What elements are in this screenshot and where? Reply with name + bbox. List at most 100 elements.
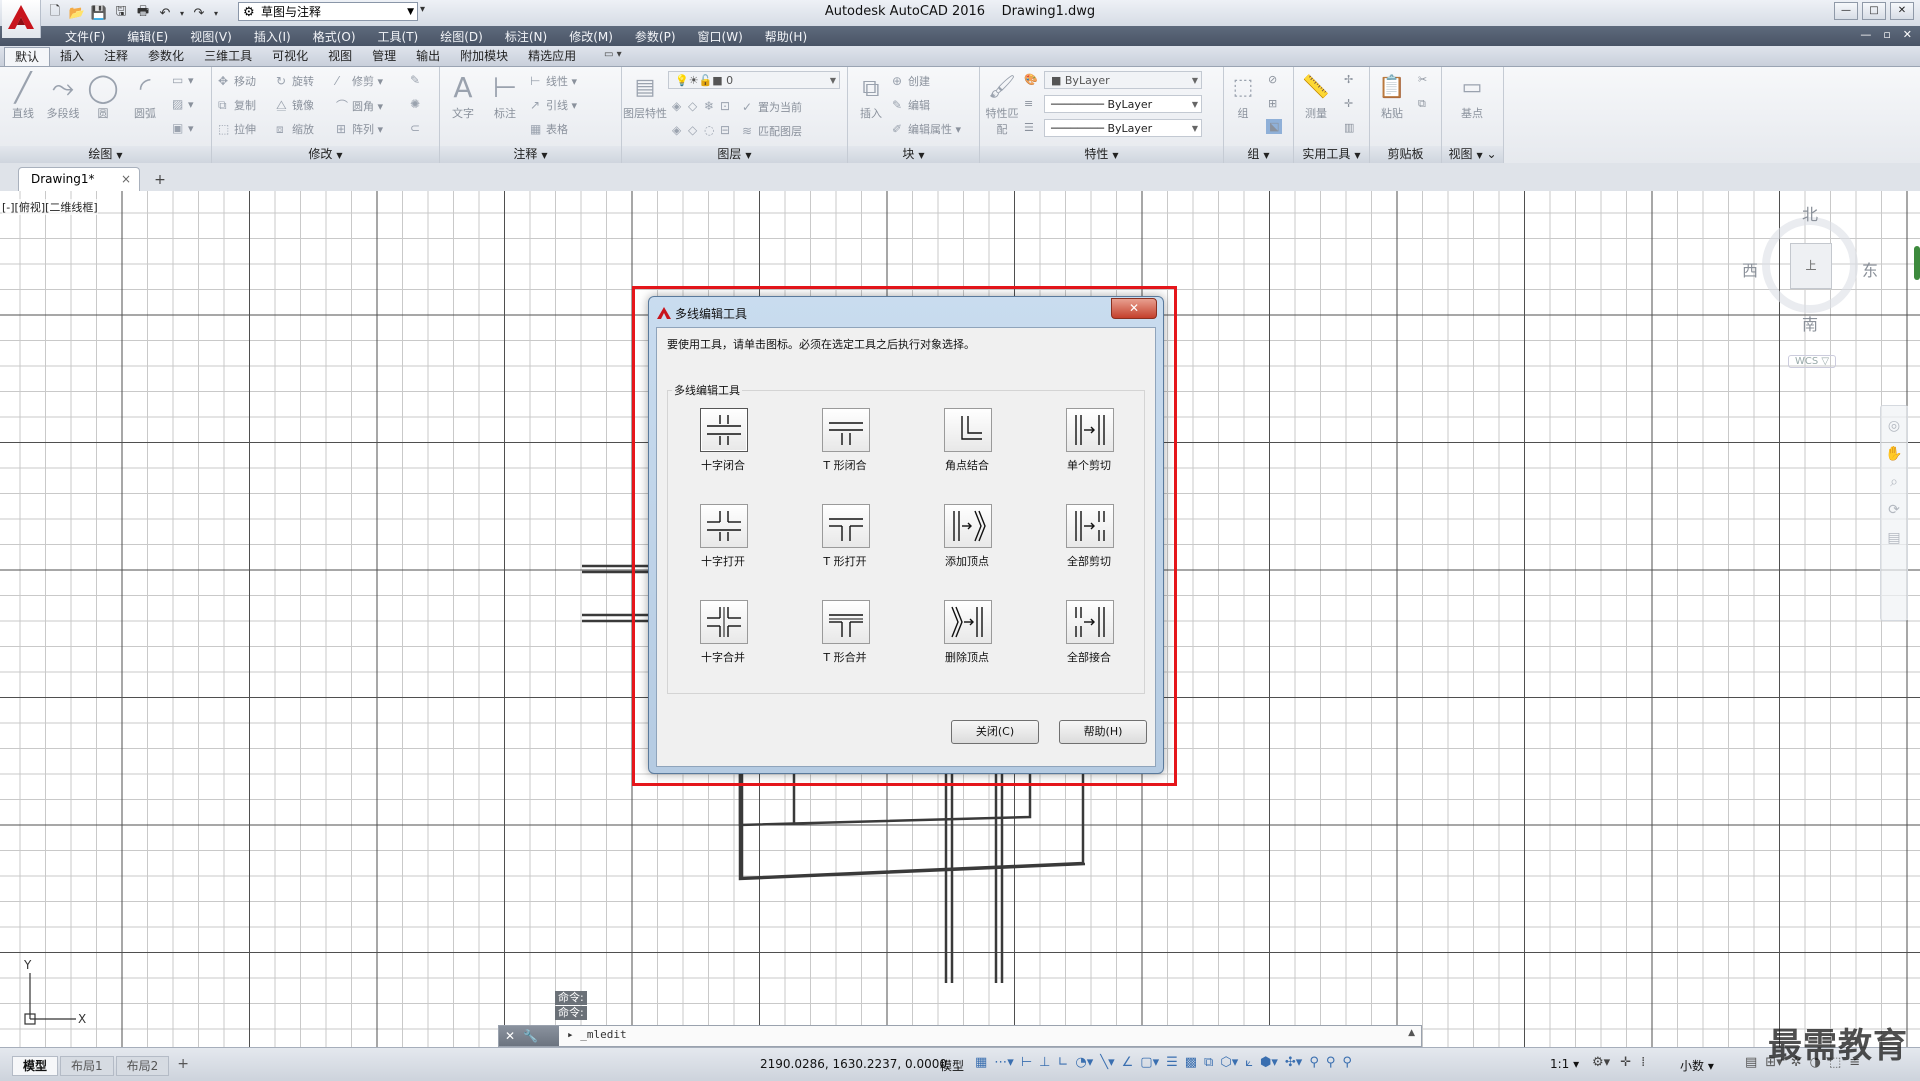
object-snap-tracking-icon[interactable]: ∠ bbox=[1122, 1055, 1134, 1070]
save-as-icon[interactable]: 🖫 bbox=[112, 4, 130, 22]
cut-icon[interactable]: ✂ bbox=[1418, 73, 1427, 86]
dialog-close-button[interactable]: ✕ bbox=[1111, 298, 1157, 319]
arc-tool[interactable]: ◜ 圆弧 bbox=[124, 71, 166, 121]
cursor-coordinates[interactable]: 2190.0286, 1630.2237, 0.0000 bbox=[760, 1057, 947, 1071]
rotate-tool[interactable]: ↻ 旋转 bbox=[276, 73, 314, 89]
print-icon[interactable]: 🖶 bbox=[134, 4, 152, 22]
viewcube[interactable]: 北 西 东 南 上 WCS ▽ bbox=[1740, 201, 1880, 371]
scale-tool[interactable]: ⧈ 缩放 bbox=[276, 121, 314, 137]
panel-draw-label[interactable]: 绘图 ▼ bbox=[0, 146, 211, 163]
polar-tracking-icon[interactable]: ◔▾ bbox=[1075, 1055, 1093, 1070]
tab-output[interactable]: 输出 bbox=[406, 47, 450, 66]
move-tool[interactable]: ✥ 移动 bbox=[218, 73, 256, 89]
wrench-icon[interactable]: 🔧 bbox=[523, 1029, 538, 1043]
panel-clipboard-label[interactable]: 剪贴板 bbox=[1370, 146, 1441, 163]
undo-dropdown-icon[interactable]: ▾ bbox=[178, 4, 186, 22]
doc-restore-button[interactable]: ▫ bbox=[1883, 28, 1890, 41]
layout-tab-2[interactable]: 布局2 bbox=[115, 1056, 170, 1076]
new-file-icon[interactable]: 🗋 bbox=[46, 4, 64, 22]
layer-tools-row1[interactable]: ◈ ◇ ❄ ⊡ bbox=[672, 99, 736, 113]
close-button[interactable]: 关闭(C) bbox=[951, 720, 1039, 744]
layer-properties-tool[interactable]: ▤ 图层特性 bbox=[622, 71, 668, 121]
ribbon-display-toggle-icon[interactable]: ▭ ▾ bbox=[604, 49, 622, 60]
measure-tool[interactable]: 📏 测量 bbox=[1296, 71, 1336, 121]
tab-default[interactable]: 默认 bbox=[4, 47, 51, 66]
menu-modify[interactable]: 修改(M) bbox=[558, 28, 624, 45]
annotation-visibility-icon[interactable]: ⚲ bbox=[1309, 1055, 1319, 1070]
line-tool[interactable]: ╱ 直线 bbox=[2, 71, 44, 121]
add-layout-button[interactable]: + bbox=[171, 1056, 195, 1076]
snap-icon[interactable]: ⋯▾ bbox=[994, 1055, 1014, 1070]
redo-icon[interactable]: ↷ bbox=[190, 4, 208, 22]
table-tool[interactable]: ▦ 表格 bbox=[530, 121, 568, 137]
trim-tool[interactable]: ⁄ 修剪 ▾ bbox=[336, 73, 383, 89]
copy-clip-icon[interactable]: ⧉ bbox=[1418, 97, 1426, 111]
panel-properties-label[interactable]: 特性 ▼ bbox=[980, 146, 1223, 163]
gizmo-icon[interactable]: ✣▾ bbox=[1285, 1055, 1302, 1070]
copy-tool[interactable]: ⧉ 复制 bbox=[218, 97, 256, 113]
insert-block-tool[interactable]: ⧉ 插入 bbox=[850, 71, 892, 121]
dimension-tool[interactable]: ⊢ 标注 bbox=[484, 71, 526, 121]
command-line[interactable]: ✕ 🔧 ▸ _mledit ▲ bbox=[498, 1025, 1422, 1047]
zoom-icon[interactable]: ⌕ bbox=[1881, 474, 1907, 490]
lineweight-select[interactable]: ──────── ByLayer ▼ bbox=[1044, 119, 1202, 137]
create-block-tool[interactable]: ⊕ 创建 bbox=[892, 73, 930, 89]
erase-tool[interactable]: ✎ bbox=[410, 73, 426, 87]
panel-modify-label[interactable]: 修改 ▼ bbox=[212, 146, 439, 163]
tool-open-cross[interactable]: 十字打开 bbox=[678, 504, 768, 584]
transparency-icon[interactable]: ▩ bbox=[1185, 1055, 1197, 1070]
isodraft-icon[interactable]: ╲▾ bbox=[1100, 1055, 1114, 1070]
workspace-select[interactable]: ⚙ 草图与注释 ▼ bbox=[238, 2, 418, 21]
tool-delete-vertex[interactable]: 删除顶点 bbox=[922, 600, 1012, 680]
selection-cycling-icon[interactable]: ⧉ bbox=[1204, 1055, 1213, 1070]
units-select[interactable]: 小数 ▾ bbox=[1680, 1057, 1714, 1074]
tab-view[interactable]: 视图 bbox=[318, 47, 362, 66]
menu-file[interactable]: 文件(F) bbox=[54, 28, 116, 45]
viewcube-top-face[interactable]: 上 bbox=[1790, 243, 1832, 289]
panel-annotation-label[interactable]: 注释 ▼ bbox=[440, 146, 621, 163]
ortho-icon[interactable]: ∟ bbox=[1057, 1055, 1068, 1070]
compass-south[interactable]: 南 bbox=[1802, 311, 1818, 335]
panel-utilities-label[interactable]: 实用工具 ▼ bbox=[1294, 146, 1369, 163]
tool-cut-all[interactable]: 全部剪切 bbox=[1044, 504, 1134, 584]
fillet-tool[interactable]: ⌒ 圆角 ▾ bbox=[336, 97, 383, 114]
tool-closed-tee[interactable]: T 形闭合 bbox=[800, 408, 890, 488]
model-space-toggle[interactable]: 模型 bbox=[940, 1057, 964, 1074]
color-select[interactable]: ■ ByLayer ▼ bbox=[1044, 71, 1202, 89]
linetype-select[interactable]: ──────── ByLayer ▼ bbox=[1044, 95, 1202, 113]
menu-view[interactable]: 视图(V) bbox=[179, 28, 243, 45]
tool-merged-cross[interactable]: 十字合并 bbox=[678, 600, 768, 680]
match-properties-tool[interactable]: 🖌 特性匹配 bbox=[984, 71, 1020, 137]
dynamic-input-icon[interactable]: ⊥ bbox=[1039, 1055, 1050, 1070]
tab-visualize[interactable]: 可视化 bbox=[262, 47, 318, 66]
compass-east[interactable]: 东 bbox=[1862, 257, 1878, 281]
region-tool[interactable]: ▣ ▾ bbox=[172, 121, 194, 135]
save-icon[interactable]: 💾 bbox=[90, 4, 108, 22]
maximize-button[interactable]: □ bbox=[1862, 2, 1886, 20]
tab-3d-tools[interactable]: 三维工具 bbox=[194, 47, 262, 66]
explode-tool[interactable]: ✺ bbox=[410, 97, 426, 111]
compass-west[interactable]: 西 bbox=[1742, 257, 1758, 281]
tool-cut-single[interactable]: 单个剪切 bbox=[1044, 408, 1134, 488]
close-command-line-icon[interactable]: ✕ bbox=[505, 1029, 515, 1043]
panel-block-label[interactable]: 块 ▼ bbox=[848, 146, 979, 163]
tab-annotate[interactable]: 注释 bbox=[94, 47, 138, 66]
offset-tool[interactable]: ⊂ bbox=[410, 121, 426, 135]
polyline-tool[interactable]: ⤳ 多段线 bbox=[42, 71, 84, 121]
wcs-menu[interactable]: WCS ▽ bbox=[1788, 355, 1837, 368]
minimize-button[interactable]: — bbox=[1834, 2, 1858, 20]
showmotion-icon[interactable]: ▤ bbox=[1881, 530, 1907, 546]
3d-osnap-icon[interactable]: ⬡▾ bbox=[1220, 1055, 1238, 1070]
annotation-scale-icon[interactable]: ⚲ bbox=[1342, 1055, 1352, 1070]
open-file-icon[interactable]: 📂 bbox=[68, 4, 86, 22]
selection-filter-icon[interactable]: ⬢▾ bbox=[1260, 1055, 1278, 1070]
group-selection-icon[interactable]: ⬕ bbox=[1266, 119, 1283, 134]
menu-help[interactable]: 帮助(H) bbox=[754, 28, 818, 45]
stretch-tool[interactable]: ⬚ 拉伸 bbox=[218, 121, 256, 137]
menu-insert[interactable]: 插入(I) bbox=[243, 28, 302, 45]
rectangle-tool[interactable]: ▭ ▾ bbox=[172, 73, 194, 87]
match-layer-tool[interactable]: ≋ 匹配图层 bbox=[742, 123, 802, 139]
file-tab-drawing1[interactable]: Drawing1* × bbox=[18, 167, 140, 191]
group-tool[interactable]: ⬚ 组 bbox=[1226, 71, 1260, 121]
circle-tool[interactable]: ◯ 圆 bbox=[82, 71, 124, 121]
